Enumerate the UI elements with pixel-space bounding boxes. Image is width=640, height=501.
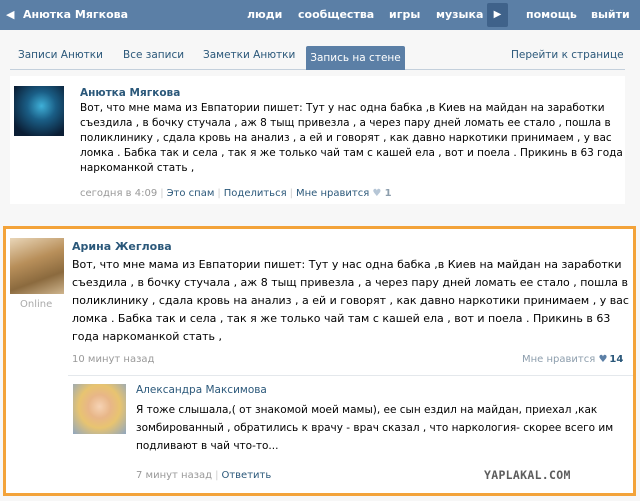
avatar[interactable] xyxy=(14,86,64,136)
nav-logout[interactable]: выйти xyxy=(591,8,630,21)
highlighted-comment: Online Арина Жеглова Вот, что мне мама и… xyxy=(3,226,636,496)
avatar[interactable] xyxy=(10,238,64,294)
like-count: 1 xyxy=(384,188,392,199)
tab-wall-post[interactable]: Запись на стене xyxy=(306,46,405,70)
comment-time[interactable]: 10 минут назад xyxy=(72,354,154,365)
nav-music[interactable]: музыка xyxy=(436,8,483,21)
play-icon[interactable]: ▶ xyxy=(487,3,508,27)
reply-button[interactable]: Ответить xyxy=(221,470,271,481)
nav-communities[interactable]: сообщества xyxy=(298,8,374,21)
divider: | xyxy=(160,188,164,199)
reply-time[interactable]: 7 минут назад xyxy=(136,470,212,481)
header-user-name[interactable]: Анютка Мягкова xyxy=(23,8,128,21)
comment-text: Вот, что мне мама из Евпатории пишет: Ту… xyxy=(72,258,629,343)
comment-like[interactable]: Мне нравится ♥ 14 xyxy=(522,354,623,365)
top-bar: ◀ Анютка Мягкова люди сообщества игры му… xyxy=(0,0,640,30)
online-status: Online xyxy=(20,299,53,310)
nav-people[interactable]: люди xyxy=(247,8,282,21)
heart-icon[interactable]: ♥ xyxy=(598,354,607,365)
reply-text: Я тоже слышала,( от знакомой моей мамы),… xyxy=(136,404,614,452)
tab-user-notes[interactable]: Заметки Анютки xyxy=(203,49,295,61)
divider: | xyxy=(289,188,293,199)
divider: | xyxy=(217,188,221,199)
like-button[interactable]: Мне нравится xyxy=(296,188,369,199)
post-text: Вот, что мне мама из Евпатории пишет: Ту… xyxy=(80,102,623,174)
spam-link[interactable]: Это спам xyxy=(167,188,215,199)
nav-help[interactable]: помощь xyxy=(526,8,577,21)
tab-user-posts[interactable]: Записи Анютки xyxy=(18,49,103,61)
tab-all-posts[interactable]: Все записи xyxy=(123,49,184,61)
post-meta: сегодня в 4:09 | Это спам | Поделиться | Мне н… xyxy=(80,188,392,199)
go-to-page-link[interactable]: Перейти к странице xyxy=(511,49,624,61)
post-author[interactable]: Анютка Мягкова xyxy=(80,87,180,99)
post-time[interactable]: сегодня в 4:09 xyxy=(80,188,157,199)
wall-tabs: Записи Анютки Все записи Заметки Анютки … xyxy=(10,46,625,70)
like-button[interactable]: Мне нравится xyxy=(522,354,595,365)
comment-author[interactable]: Арина Жеглова xyxy=(72,240,172,253)
avatar[interactable] xyxy=(73,384,126,434)
reply-meta: 7 минут назад | Ответить xyxy=(136,470,271,481)
divider: | xyxy=(215,470,219,481)
like-count: 14 xyxy=(609,354,624,365)
back-arrow-icon[interactable]: ◀ xyxy=(6,8,14,21)
share-link[interactable]: Поделиться xyxy=(224,188,287,199)
nav-games[interactable]: игры xyxy=(389,8,420,21)
heart-icon[interactable]: ♥ xyxy=(372,188,381,199)
wall-post: Анютка Мягкова Вот, что мне мама из Евпа… xyxy=(10,76,625,204)
watermark: YAPLAKAL.COM xyxy=(484,468,571,482)
reply-author[interactable]: Александра Максимова xyxy=(136,384,267,396)
